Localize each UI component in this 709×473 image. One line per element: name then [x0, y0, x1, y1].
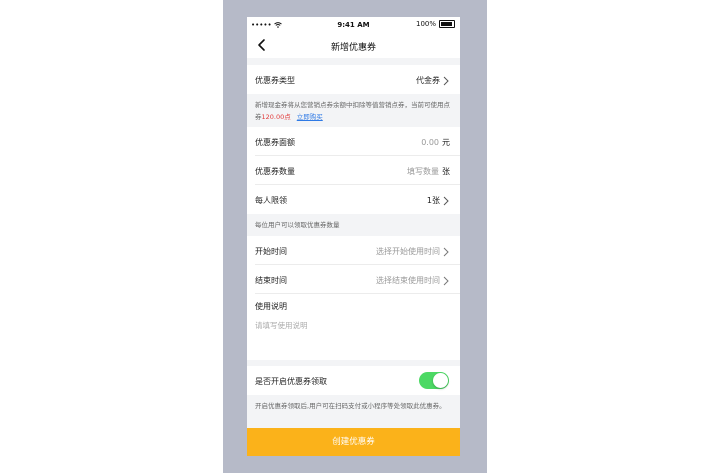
start-time-picker[interactable]: 选择开始使用时间 [376, 246, 450, 257]
coupon-type-value: 代金券 [416, 76, 440, 85]
quantity-placeholder: 填写数量 [407, 167, 439, 176]
enable-claim-label: 是否开启优惠券领取 [255, 377, 327, 386]
chevron-right-icon [443, 276, 449, 285]
available-points: 120.00点 [261, 113, 291, 121]
face-value-field[interactable]: 0.00 元 [421, 137, 450, 148]
page-title: 新增优惠券 [330, 43, 376, 53]
chevron-right-icon [443, 247, 449, 256]
chevron-right-icon [443, 76, 449, 85]
battery-percent: 100% [415, 20, 436, 28]
enable-claim-note: 开启优惠券领取后,用户可在扫码支付或小程序等处领取此优惠券。 [247, 396, 460, 428]
description-block[interactable]: 使用说明 请填写使用说明 [247, 294, 460, 360]
status-bar: ••••• 9:41 AM 100% [247, 17, 460, 33]
end-time-placeholder: 选择结束使用时间 [376, 276, 440, 285]
face-value-row[interactable]: 优惠券面额 0.00 元 [247, 127, 460, 156]
coupon-type-value-wrap: 代金券 [416, 75, 450, 86]
coupon-type-note: 新增现金券将从您营销点券余额中扣除等值营销点券，当前可使用点券120.00点 立即… [247, 96, 460, 127]
limit-row[interactable]: 每人限领 1张 [247, 185, 460, 214]
quantity-unit: 张 [442, 167, 450, 176]
end-time-picker[interactable]: 选择结束使用时间 [376, 275, 450, 286]
create-coupon-button[interactable]: 创建优惠券 [247, 428, 460, 456]
face-value-unit: 元 [442, 138, 450, 147]
end-time-row[interactable]: 结束时间 选择结束使用时间 [247, 265, 460, 294]
nav-bar: 新增优惠券 [247, 33, 460, 58]
limit-value: 1张 [426, 196, 440, 205]
coupon-type-label: 优惠券类型 [255, 76, 295, 85]
start-time-placeholder: 选择开始使用时间 [376, 247, 440, 256]
face-value-amount: 0.00 [421, 138, 439, 147]
quantity-row[interactable]: 优惠券数量 填写数量 张 [247, 156, 460, 185]
phone-screen: ••••• 9:41 AM 100% 新增优惠券 优惠券类型 代金券 新增现金券… [247, 17, 460, 456]
status-battery: 100% [416, 20, 455, 28]
enable-claim-toggle[interactable] [419, 372, 449, 389]
quantity-label: 优惠券数量 [255, 167, 295, 176]
coupon-type-row[interactable]: 优惠券类型 代金券 [247, 65, 460, 94]
limit-value-wrap: 1张 [427, 195, 450, 206]
start-time-row[interactable]: 开始时间 选择开始使用时间 [247, 236, 460, 265]
battery-icon [439, 20, 455, 28]
start-time-label: 开始时间 [255, 247, 287, 256]
limit-label: 每人限领 [255, 196, 287, 205]
limit-note: 每位用户可以领取优惠券数量 [247, 214, 460, 236]
face-value-label: 优惠券面额 [255, 138, 295, 147]
description-label: 使用说明 [255, 302, 287, 311]
quantity-field[interactable]: 填写数量 张 [407, 166, 450, 177]
enable-claim-row: 是否开启优惠券领取 [247, 366, 460, 395]
toggle-knob [433, 373, 448, 388]
end-time-label: 结束时间 [255, 276, 287, 285]
description-input[interactable]: 请填写使用说明 [255, 320, 308, 331]
chevron-right-icon [443, 196, 449, 205]
buy-now-link[interactable]: 立即购买 [297, 113, 323, 121]
